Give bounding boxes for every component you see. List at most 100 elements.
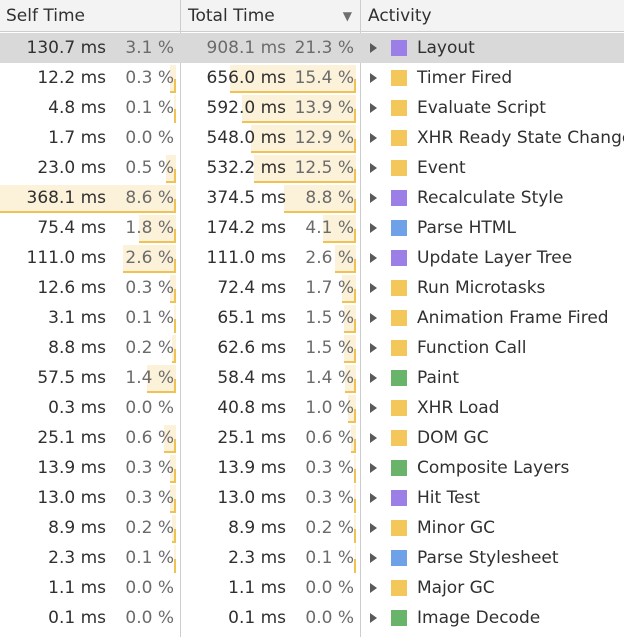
total-time-bar-edge [354,289,356,303]
activity-row[interactable]: 23.0 ms 0.5 % 532.2 ms 12.5 % Event [0,153,624,183]
self-time-percent: 3.1 % [125,38,174,58]
total-time-percent: 1.5 % [305,308,354,328]
self-time-value: 2.3 ms [48,548,106,568]
total-time-percent: 21.3 % [294,38,354,58]
total-time-value: 40.8 ms [217,398,286,418]
total-time-value: 58.4 ms [217,368,286,388]
expand-triangle-icon[interactable] [370,553,377,563]
expand-triangle-icon[interactable] [370,463,377,473]
total-time-bar-edge [354,169,356,183]
activity-name: DOM GC [417,428,489,448]
category-color-swatch-icon [391,100,407,116]
expand-triangle-icon[interactable] [370,433,377,443]
self-time-percent: 0.1 % [125,548,174,568]
activity-row[interactable]: 75.4 ms 1.8 % 174.2 ms 4.1 % Parse HTML [0,213,624,243]
total-time-bar-edge [354,199,356,213]
activity-row[interactable]: 130.7 ms 3.1 % 908.1 ms 21.3 % Layout [0,33,624,63]
activity-row[interactable]: 3.1 ms 0.1 % 65.1 ms 1.5 % Animation Frame F… [0,303,624,333]
category-color-swatch-icon [391,520,407,536]
total-time-bar-edge [354,259,356,273]
activity-row[interactable]: 25.1 ms 0.6 % 25.1 ms 0.6 % DOM GC [0,423,624,453]
total-time-value: 656.0 ms [206,68,287,88]
total-time-column-header[interactable]: Total Time ▼ [182,0,360,32]
total-time-percent: 0.3 % [305,488,354,508]
total-time-value: 532.2 ms [206,158,287,178]
total-time-bar-edge [354,79,356,93]
expand-triangle-icon[interactable] [370,43,377,53]
expand-triangle-icon[interactable] [370,583,377,593]
self-time-bar-edge [174,169,176,183]
total-time-value: 8.9 ms [228,518,286,538]
activity-name: Animation Frame Fired [417,308,609,328]
self-time-value: 0.3 ms [48,398,106,418]
expand-triangle-icon[interactable] [370,613,377,623]
activity-name: Hit Test [417,488,481,508]
self-time-value: 0.1 ms [48,608,106,628]
activity-row[interactable]: 4.8 ms 0.1 % 592.0 ms 13.9 % Evaluate Script [0,93,624,123]
total-time-bar-edge [354,229,356,243]
activity-row[interactable]: 111.0 ms 2.6 % 111.0 ms 2.6 % Update Layer T… [0,243,624,273]
self-time-percent: 0.6 % [125,428,174,448]
self-time-percent: 0.0 % [125,128,174,148]
category-color-swatch-icon [391,220,407,236]
self-time-bar-edge [174,319,176,333]
expand-triangle-icon[interactable] [370,493,377,503]
activity-row[interactable]: 13.0 ms 0.3 % 13.0 ms 0.3 % Hit Test [0,483,624,513]
total-time-percent: 0.3 % [305,458,354,478]
expand-triangle-icon[interactable] [370,223,377,233]
expand-triangle-icon[interactable] [370,103,377,113]
expand-triangle-icon[interactable] [370,313,377,323]
activity-row[interactable]: 0.1 ms 0.0 % 0.1 ms 0.0 % Image Decode [0,603,624,633]
self-time-percent: 1.8 % [125,218,174,238]
category-color-swatch-icon [391,160,407,176]
activity-row[interactable]: 368.1 ms 8.6 % 374.5 ms 8.8 % Recalculate St… [0,183,624,213]
expand-triangle-icon[interactable] [370,193,377,203]
activity-row[interactable]: 2.3 ms 0.1 % 2.3 ms 0.1 % Parse Stylesheet [0,543,624,573]
activity-name: Timer Fired [417,68,513,88]
activity-name: Image Decode [417,608,541,628]
activity-row[interactable]: 12.2 ms 0.3 % 656.0 ms 15.4 % Timer Fired [0,63,624,93]
activity-row[interactable]: 57.5 ms 1.4 % 58.4 ms 1.4 % Paint [0,363,624,393]
total-time-percent: 15.4 % [294,68,354,88]
self-time-percent: 0.3 % [125,278,174,298]
expand-triangle-icon[interactable] [370,523,377,533]
activity-row[interactable]: 8.9 ms 0.2 % 8.9 ms 0.2 % Minor GC [0,513,624,543]
total-time-percent: 0.1 % [305,548,354,568]
activity-column-header[interactable]: Activity [362,0,624,32]
total-time-bar-edge [354,139,356,153]
activity-row[interactable]: 0.3 ms 0.0 % 40.8 ms 1.0 % XHR Load [0,393,624,423]
total-time-value: 72.4 ms [217,278,286,298]
expand-triangle-icon[interactable] [370,133,377,143]
activity-row[interactable]: 13.9 ms 0.3 % 13.9 ms 0.3 % Composite Layers [0,453,624,483]
self-time-percent: 0.3 % [125,458,174,478]
activity-name: Parse Stylesheet [417,548,559,568]
total-time-percent: 0.0 % [305,578,354,598]
expand-triangle-icon[interactable] [370,343,377,353]
self-time-percent: 0.0 % [125,608,174,628]
self-time-bar-edge [174,499,176,513]
category-color-swatch-icon [391,340,407,356]
activity-row[interactable]: 1.1 ms 0.0 % 1.1 ms 0.0 % Major GC [0,573,624,603]
total-time-value: 374.5 ms [206,188,287,208]
self-time-value: 130.7 ms [26,38,107,58]
expand-triangle-icon[interactable] [370,373,377,383]
self-time-column-header[interactable]: Self Time [0,0,180,32]
activity-row[interactable]: 1.7 ms 0.0 % 548.0 ms 12.9 % XHR Ready State… [0,123,624,153]
expand-triangle-icon[interactable] [370,163,377,173]
total-time-percent: 1.5 % [305,338,354,358]
expand-triangle-icon[interactable] [370,283,377,293]
category-color-swatch-icon [391,70,407,86]
self-time-bar-edge [174,229,176,243]
total-time-percent: 12.5 % [294,158,354,178]
total-time-value: 174.2 ms [206,218,287,238]
total-time-bar-edge [354,439,356,453]
activity-name: Function Call [417,338,527,358]
total-time-value: 13.0 ms [217,488,286,508]
activity-row[interactable]: 8.8 ms 0.2 % 62.6 ms 1.5 % Function Call [0,333,624,363]
expand-triangle-icon[interactable] [370,253,377,263]
expand-triangle-icon[interactable] [370,73,377,83]
expand-triangle-icon[interactable] [370,403,377,413]
activity-row[interactable]: 12.6 ms 0.3 % 72.4 ms 1.7 % Run Microtasks [0,273,624,303]
category-color-swatch-icon [391,250,407,266]
category-color-swatch-icon [391,400,407,416]
